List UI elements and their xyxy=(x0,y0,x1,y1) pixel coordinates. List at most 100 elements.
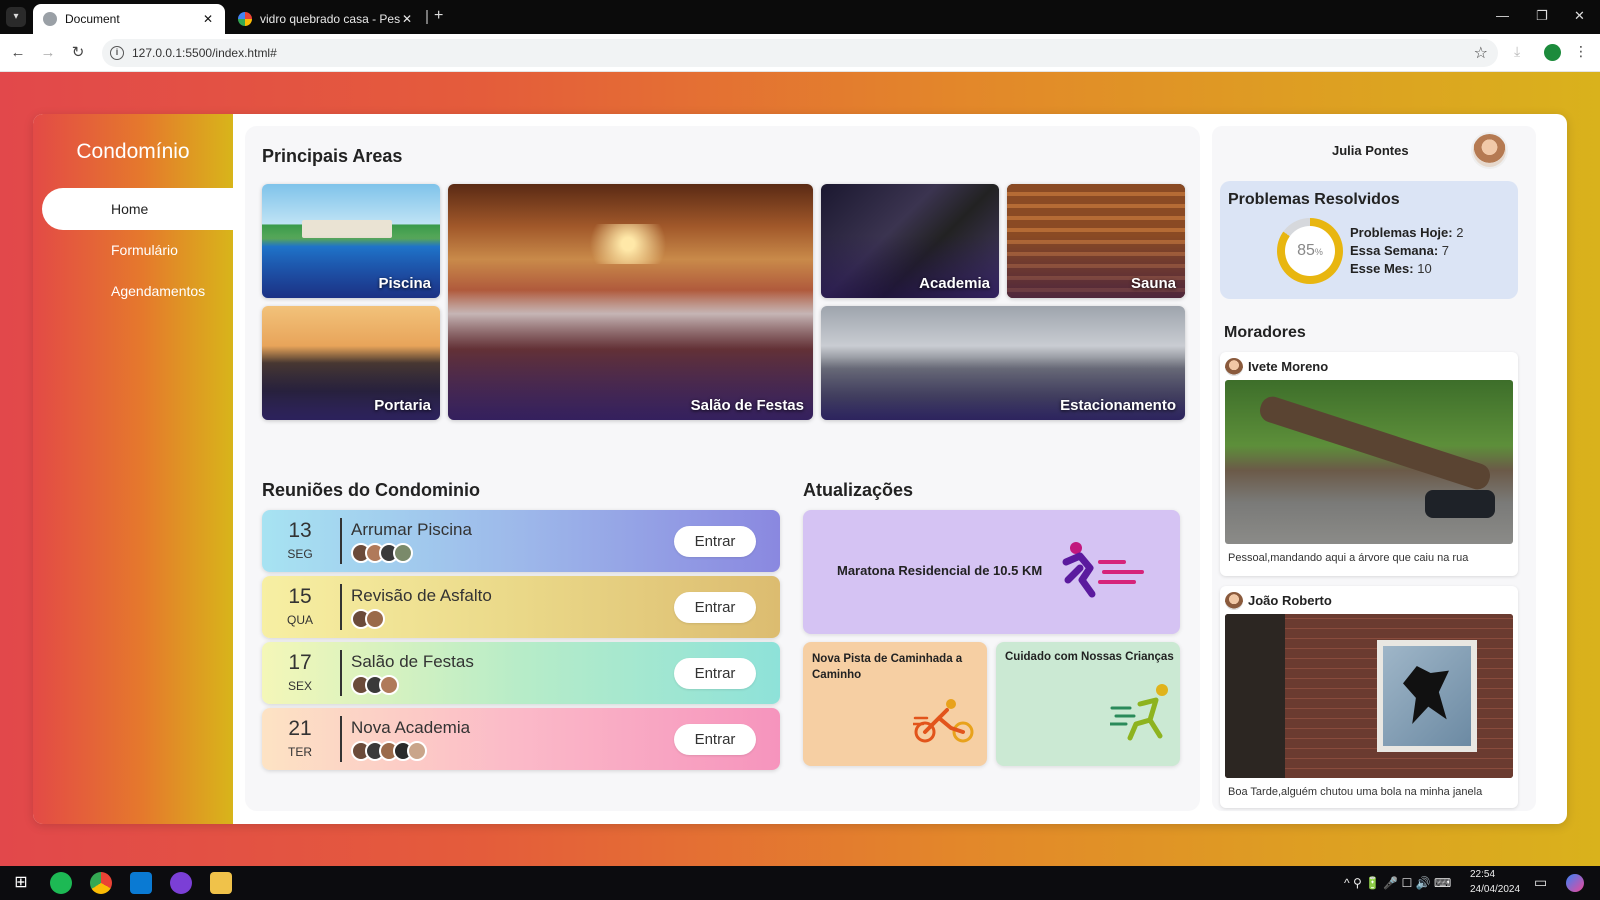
stat-label: Problemas Hoje: xyxy=(1350,225,1453,240)
site-info-icon[interactable]: i xyxy=(110,46,124,60)
restore-icon[interactable]: ❐ xyxy=(1536,8,1548,24)
user-avatar[interactable] xyxy=(1473,134,1506,167)
post-text: Pessoal,mandando aqui a árvore que caiu … xyxy=(1228,552,1469,564)
enter-meeting-button[interactable]: Entrar xyxy=(674,592,756,623)
file-explorer-icon[interactable] xyxy=(210,872,232,894)
system-tray-icons[interactable]: ^ ⚲ 🔋 🎤 ☐ 🔊 ⌨ xyxy=(1344,876,1451,890)
meeting-day: 13 xyxy=(288,519,312,542)
main-content: Principais Areas Piscina Salão de Festas… xyxy=(245,126,1200,811)
stat-week: Essa Semana: 7 xyxy=(1350,243,1449,258)
sidebar-item-agendamentos[interactable]: Agendamentos xyxy=(42,270,233,312)
area-card-sauna[interactable]: Sauna xyxy=(1007,184,1185,298)
meetings-title: Reuniões do Condominio xyxy=(262,480,480,500)
attendee-avatars xyxy=(351,741,427,761)
meeting-title: Arrumar Piscina xyxy=(351,520,472,539)
spotify-icon[interactable] xyxy=(50,872,72,894)
update-card-maratona[interactable]: Maratona Residencial de 10.5 KM xyxy=(803,510,1180,634)
new-tab-plus-icon[interactable]: + xyxy=(434,7,443,25)
meeting-weekday: QUA xyxy=(286,613,313,627)
area-card-portaria[interactable]: Portaria xyxy=(262,306,440,420)
area-card-academia[interactable]: Academia xyxy=(821,184,999,298)
percent-value: 85 xyxy=(1297,242,1315,259)
window-close-icon[interactable]: ✕ xyxy=(1574,8,1585,24)
meeting-weekday: TER xyxy=(288,745,312,759)
meeting-weekday: SEG xyxy=(287,547,313,561)
residents-title: Moradores xyxy=(1224,324,1306,341)
tab-title: Document xyxy=(65,12,120,26)
avatar xyxy=(1225,592,1243,610)
update-text: Nova Pista de Caminhada a Caminho xyxy=(812,653,963,681)
resident-post[interactable]: João Roberto Boa Tarde,alguém chutou uma… xyxy=(1220,586,1518,808)
clock-time[interactable]: 22:54 xyxy=(1470,869,1495,880)
area-label: Sauna xyxy=(1130,275,1176,292)
area-label: Portaria xyxy=(374,397,431,414)
brand-title: Condomínio xyxy=(76,140,190,163)
app-card: Condomínio Home Formulário Agendamentos … xyxy=(33,114,1567,824)
bookmark-star-icon[interactable]: ☆ xyxy=(1474,43,1488,63)
meeting-title: Nova Academia xyxy=(351,718,471,737)
area-card-salao-de-festas[interactable]: Salão de Festas xyxy=(448,184,813,420)
updates-title: Atualizações xyxy=(803,480,914,500)
area-label: Academia xyxy=(919,275,990,292)
area-card-piscina[interactable]: Piscina xyxy=(262,184,440,298)
tab-search-chevron-icon[interactable]: ▾ xyxy=(6,7,26,27)
address-bar[interactable]: i 127.0.0.1:5500/index.html# ☆ xyxy=(102,39,1498,67)
menu-kebab-icon[interactable]: ⋮ xyxy=(1574,43,1588,60)
meeting-day: 17 xyxy=(288,651,312,674)
meeting-divider xyxy=(340,518,342,564)
browser-tab-strip: ▾ Document ✕ vidro quebrado casa - Pesqu… xyxy=(0,0,1600,34)
browser-tab-search[interactable]: vidro quebrado casa - Pesquisa ✕ xyxy=(228,4,424,34)
copilot-icon[interactable] xyxy=(1566,874,1584,892)
update-text: Cuidado com Nossas Crianças xyxy=(1005,651,1174,663)
forward-arrow-icon[interactable]: → xyxy=(38,43,58,63)
meeting-day: 21 xyxy=(288,717,312,740)
url-text[interactable]: 127.0.0.1:5500/index.html# xyxy=(132,46,277,60)
meeting-card: 15 QUA Revisão de Asfalto Entrar xyxy=(262,576,780,638)
update-card-criancas[interactable]: Cuidado com Nossas Crianças xyxy=(996,642,1180,766)
vscode-icon[interactable] xyxy=(130,872,152,894)
area-card-estacionamento[interactable]: Estacionamento xyxy=(821,306,1185,420)
post-author: João Roberto xyxy=(1248,593,1332,608)
stat-today: Problemas Hoje: 2 xyxy=(1350,225,1463,240)
right-panel: Julia Pontes Problemas Resolvidos 85% Pr… xyxy=(1212,126,1536,811)
progress-donut: 85% xyxy=(1277,218,1343,284)
clock-date[interactable]: 24/04/2024 xyxy=(1470,884,1520,895)
download-icon[interactable]: ⤓ xyxy=(1514,43,1520,60)
enter-meeting-button[interactable]: Entrar xyxy=(674,658,756,689)
meeting-card: 21 TER Nova Academia Entrar xyxy=(262,708,780,770)
stat-value: 7 xyxy=(1441,243,1450,258)
avatar xyxy=(1225,358,1243,376)
stat-value: 2 xyxy=(1456,225,1464,240)
stat-value: 10 xyxy=(1417,261,1432,276)
reload-icon[interactable]: ↻ xyxy=(68,43,88,63)
update-card-pista[interactable]: Nova Pista de Caminhada a Caminho xyxy=(803,642,987,766)
profile-avatar[interactable] xyxy=(1544,44,1561,61)
close-icon[interactable]: ✕ xyxy=(201,12,215,26)
areas-title: Principais Areas xyxy=(262,146,403,166)
os-taskbar: ⊞ ^ ⚲ 🔋 🎤 ☐ 🔊 ⌨ 22:54 24/04/2024 ▭ xyxy=(0,866,1600,900)
meeting-title: Revisão de Asfalto xyxy=(351,586,492,605)
post-image-broken-window xyxy=(1225,614,1513,778)
meeting-divider xyxy=(340,584,342,630)
browser-tab-document[interactable]: Document ✕ xyxy=(33,4,225,34)
back-arrow-icon[interactable]: ← xyxy=(8,43,28,63)
sidebar-item-formulario[interactable]: Formulário xyxy=(42,229,233,271)
sidebar-item-home[interactable]: Home xyxy=(42,188,233,230)
google-icon xyxy=(238,12,252,26)
avatar xyxy=(407,741,427,761)
discord-icon[interactable] xyxy=(170,872,192,894)
avatar xyxy=(365,609,385,629)
chrome-icon[interactable] xyxy=(90,872,112,894)
close-icon[interactable]: ✕ xyxy=(400,12,414,26)
resident-post[interactable]: Ivete Moreno Pessoal,mandando aqui a árv… xyxy=(1220,352,1518,576)
enter-meeting-button[interactable]: Entrar xyxy=(674,724,756,755)
notification-icon[interactable]: ▭ xyxy=(1534,874,1547,891)
attendee-avatars xyxy=(351,609,385,629)
donut-center: 85% xyxy=(1285,226,1335,276)
area-label: Piscina xyxy=(378,275,431,292)
windows-start-icon[interactable]: ⊞ xyxy=(10,872,32,894)
enter-meeting-button[interactable]: Entrar xyxy=(674,526,756,557)
minimize-icon[interactable]: — xyxy=(1496,8,1509,23)
stat-label: Esse Mes: xyxy=(1350,261,1414,276)
stat-label: Essa Semana: xyxy=(1350,243,1439,258)
